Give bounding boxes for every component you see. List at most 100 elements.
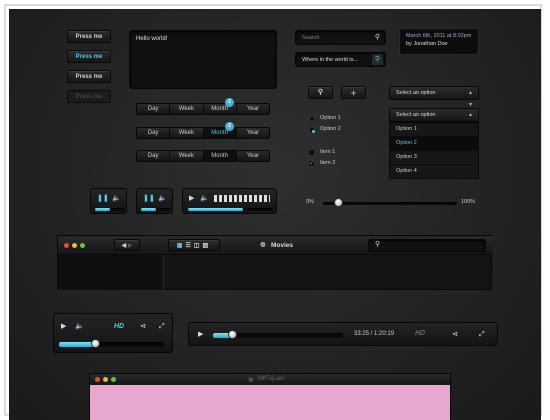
select-value: Select an option xyxy=(396,90,436,96)
share-icon[interactable]: ⊲ xyxy=(140,323,146,330)
select-dropdown-menu: Option 1 Option 2 Option 3 Option 4 xyxy=(389,122,479,179)
minimize-window-icon[interactable] xyxy=(72,243,77,248)
search-input[interactable]: Search ⚲ xyxy=(295,30,386,45)
checkbox-label-2: Item 2 xyxy=(320,160,336,166)
fullscreen-icon[interactable]: ⤢ xyxy=(159,323,165,330)
tooltip-author: by Jonathan Doe xyxy=(406,41,472,47)
ui-kit-canvas: Press me Press me Press me Press me Hell… xyxy=(9,9,541,420)
search-icon[interactable]: ⚲ xyxy=(372,54,383,65)
select-value: Select an option xyxy=(396,112,436,118)
seg1-day[interactable]: Day xyxy=(137,104,171,114)
dropdown-option-1[interactable]: Option 1 xyxy=(390,123,478,137)
progress-track[interactable] xyxy=(141,208,170,211)
time-readout: 33:25 / 1:20:19 xyxy=(354,331,395,337)
dropdown-option-3[interactable]: Option 3 xyxy=(390,151,478,165)
notification-badge: 2 xyxy=(225,98,234,107)
forward-icon[interactable]: ▶ xyxy=(128,243,133,249)
file-browser-window: ◀ ▶ ▦☰◫▧ ❁ Movies ⚲ xyxy=(57,235,493,290)
zoom-window-icon[interactable] xyxy=(80,243,85,248)
progress-track[interactable] xyxy=(188,208,273,211)
film-icon: ❁ xyxy=(260,242,266,249)
location-value: Where in the world is... xyxy=(302,57,358,63)
checkbox-label-1: Item 1 xyxy=(320,149,336,155)
progress-track[interactable] xyxy=(95,208,124,211)
mini-player-3: ▶ 🔈 xyxy=(182,188,277,214)
volume-icon[interactable]: 🔈 xyxy=(200,195,209,202)
press-me-button-disabled[interactable]: Press me xyxy=(67,90,111,103)
zoom-window-icon[interactable] xyxy=(111,377,116,382)
volume-icon[interactable]: 🔈 xyxy=(75,323,84,330)
mini-player-2: ❚❚ 🔈 xyxy=(136,188,173,214)
dropdown-option-4[interactable]: Option 4 xyxy=(390,165,478,179)
slider-handle[interactable] xyxy=(334,198,344,207)
video-window-titlebar: ▣ MrFuji.avi xyxy=(90,374,450,385)
search-icon-button[interactable]: ⚲ xyxy=(308,86,333,99)
seg3-month[interactable]: Month xyxy=(203,151,237,161)
hd-toggle[interactable]: HD xyxy=(415,330,425,337)
volume-icon[interactable]: 🔈 xyxy=(158,195,167,202)
search-placeholder: Search xyxy=(302,35,320,41)
dropdown-option-2[interactable]: Option 2 xyxy=(390,137,478,151)
column-view-icon[interactable]: ◫ xyxy=(194,243,203,249)
list-view-icon[interactable]: ☰ xyxy=(185,243,193,249)
pause-icon[interactable]: ❚❚ xyxy=(143,195,155,202)
slider-track[interactable] xyxy=(323,202,457,205)
location-input[interactable]: Where in the world is... ⚲ xyxy=(295,52,386,67)
video-player-small: ▶ 🔈 HD ⊲ ⤢ xyxy=(53,313,173,353)
browser-toolbar: ◀ ▶ ▦☰◫▧ ❁ Movies ⚲ xyxy=(58,236,493,255)
window-title: Movies xyxy=(271,242,294,249)
radio-option-2[interactable] xyxy=(309,127,315,133)
tooltip-date: March 6th, 2011 at 8:02pm xyxy=(406,33,472,39)
volume-icon[interactable]: 🔈 xyxy=(112,195,121,202)
search-icon[interactable]: ⚲ xyxy=(375,34,380,41)
hd-toggle[interactable]: HD xyxy=(114,323,124,330)
view-mode-buttons[interactable]: ▦☰◫▧ xyxy=(168,239,220,251)
period-segmented-1: Day Week Month Year xyxy=(136,103,270,115)
back-icon[interactable]: ◀ xyxy=(122,243,127,249)
video-window-title: MrFuji.avi xyxy=(258,376,285,382)
back-forward-buttons[interactable]: ◀ ▶ xyxy=(114,239,140,251)
browser-sidebar xyxy=(58,255,164,290)
coverflow-view-icon[interactable]: ▧ xyxy=(203,243,212,249)
seg2-day[interactable]: Day xyxy=(137,128,171,138)
checkbox-item-1[interactable] xyxy=(308,149,315,156)
seg3-week[interactable]: Week xyxy=(170,151,204,161)
volume-bars[interactable] xyxy=(214,195,270,202)
period-segmented-3: Day Week Month Year xyxy=(136,150,270,162)
add-button[interactable]: + xyxy=(341,86,366,99)
checkmark-icon: ✓ xyxy=(309,161,315,167)
progress-handle[interactable] xyxy=(227,330,237,339)
play-icon[interactable]: ▶ xyxy=(61,323,66,330)
progress-track[interactable] xyxy=(59,342,164,347)
message-textarea[interactable]: Hello world! xyxy=(129,30,277,89)
seg3-day[interactable]: Day xyxy=(137,151,171,161)
press-me-button-2[interactable]: Press me xyxy=(67,50,111,63)
checkbox-item-2[interactable]: ✓ xyxy=(308,160,315,167)
select-option-2[interactable]: Select an option ▲▼ xyxy=(389,108,479,130)
progress-fill xyxy=(188,208,244,211)
close-window-icon[interactable] xyxy=(95,377,100,382)
video-window: ▣ MrFuji.avi xyxy=(89,373,451,420)
tooltip-author-name: by Jonathan Doe xyxy=(406,41,448,47)
seg1-week[interactable]: Week xyxy=(170,104,204,114)
seg2-week[interactable]: Week xyxy=(170,128,204,138)
radio-label-1: Option 1 xyxy=(320,115,341,121)
close-window-icon[interactable] xyxy=(64,243,69,248)
period-segmented-2: Day Week Month Year xyxy=(136,127,270,139)
press-me-button-1[interactable]: Press me xyxy=(67,30,111,43)
play-icon[interactable]: ▶ xyxy=(189,195,194,202)
minimize-window-icon[interactable] xyxy=(103,377,108,382)
press-me-button-3[interactable]: Press me xyxy=(67,70,111,83)
fullscreen-icon[interactable]: ⤢ xyxy=(479,331,485,338)
progress-handle[interactable] xyxy=(90,339,100,348)
select-option-1[interactable]: Select an option ▲ ▼ xyxy=(389,86,479,108)
play-icon[interactable]: ▶ xyxy=(198,331,203,338)
seg2-year[interactable]: Year xyxy=(236,128,269,138)
browser-search-input[interactable]: ⚲ xyxy=(368,239,486,252)
pause-icon[interactable]: ❚❚ xyxy=(97,195,109,202)
radio-option-1[interactable] xyxy=(309,116,315,122)
search-icon[interactable]: ⚲ xyxy=(375,241,380,248)
seg1-year[interactable]: Year xyxy=(236,104,269,114)
share-icon[interactable]: ⊲ xyxy=(452,331,458,338)
seg3-year[interactable]: Year xyxy=(236,151,269,161)
